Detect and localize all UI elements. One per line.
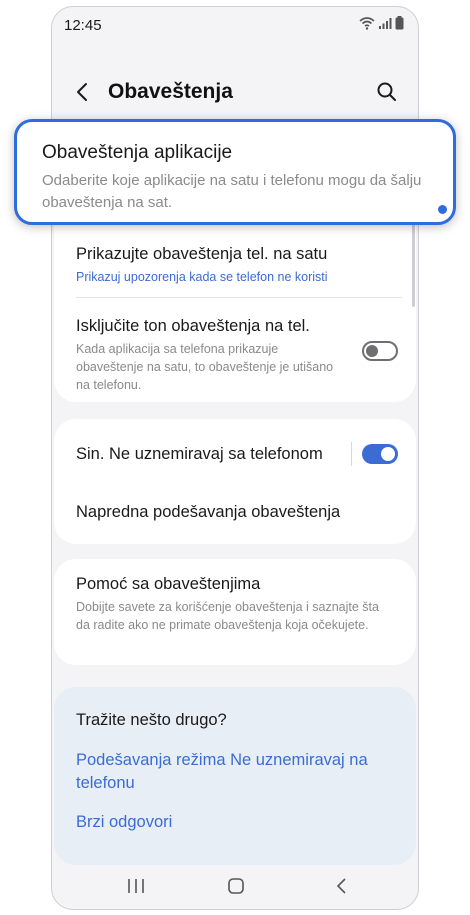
dnd-settings-link[interactable]: Podešavanja režima Ne uznemiravaj na tel… bbox=[76, 749, 396, 795]
dnd-card: Sin. Ne uznemiravaj sa telefonom Napredn… bbox=[54, 419, 416, 544]
sync-dnd-row[interactable]: Sin. Ne uznemiravaj sa telefonom bbox=[76, 443, 336, 465]
help-title: Pomoć sa obaveštenjima bbox=[76, 575, 261, 593]
home-icon bbox=[228, 878, 244, 894]
back-button[interactable] bbox=[70, 79, 96, 105]
status-time: 12:45 bbox=[64, 17, 102, 34]
battery-icon bbox=[395, 16, 404, 30]
mute-phone-notifications-subtitle: Kada aplikacija sa telefona prikazuje ob… bbox=[76, 342, 334, 392]
app-notifications-callout[interactable]: Obaveštenja aplikacije Odaberite koje ap… bbox=[14, 119, 456, 225]
show-phone-notifications-subtitle: Prikazuj upozorenja kada se telefon ne k… bbox=[76, 270, 328, 284]
navigation-bar bbox=[52, 863, 418, 909]
home-button[interactable] bbox=[224, 875, 248, 897]
toggle-knob bbox=[366, 345, 378, 357]
nav-back-button[interactable] bbox=[330, 875, 354, 897]
toggle-knob bbox=[381, 447, 395, 461]
advanced-settings-row[interactable]: Napredna podešavanja obaveštenja bbox=[76, 501, 394, 523]
vertical-separator bbox=[351, 442, 352, 466]
quick-replies-link[interactable]: Brzi odgovori bbox=[76, 811, 172, 834]
status-bar: 12:45 bbox=[52, 7, 418, 43]
callout-handle bbox=[438, 205, 447, 214]
divider bbox=[76, 297, 402, 298]
nav-back-icon bbox=[336, 878, 346, 894]
recent-apps-icon bbox=[128, 879, 144, 893]
back-arrow-icon bbox=[77, 83, 87, 101]
show-phone-notifications-title: Prikazujte obaveštenja tel. na satu bbox=[76, 245, 328, 263]
help-card: Pomoć sa obaveštenjima Dobijte savete za… bbox=[54, 559, 416, 665]
callout-title: Obaveštenja aplikacije bbox=[42, 142, 233, 163]
sync-dnd-title: Sin. Ne uznemiravaj sa telefonom bbox=[76, 445, 323, 463]
search-icon bbox=[377, 82, 396, 101]
sync-dnd-toggle[interactable] bbox=[362, 444, 398, 464]
wifi-icon bbox=[359, 17, 375, 30]
status-icons bbox=[359, 16, 404, 30]
show-phone-notifications-row[interactable]: Prikazujte obaveštenja tel. na satu Prik… bbox=[76, 243, 394, 286]
header: Obaveštenja bbox=[52, 69, 418, 117]
mute-phone-notifications-toggle[interactable] bbox=[362, 341, 398, 361]
advanced-settings-title: Napredna podešavanja obaveštenja bbox=[76, 503, 341, 521]
mute-phone-notifications-title: Isključite ton obaveštenja na tel. bbox=[76, 317, 310, 335]
suggestions-title: Tražite nešto drugo? bbox=[76, 711, 227, 729]
help-row[interactable]: Pomoć sa obaveštenjima Dobijte savete za… bbox=[76, 573, 394, 634]
page-title: Obaveštenja bbox=[108, 80, 233, 103]
mute-phone-notifications-row[interactable]: Isključite ton obaveštenja na tel. Kada … bbox=[76, 315, 346, 394]
suggestions-card: Tražite nešto drugo? Podešavanja režima … bbox=[54, 687, 416, 865]
signal-icon bbox=[379, 17, 392, 29]
search-button[interactable] bbox=[374, 79, 400, 105]
callout-subtitle: Odaberite koje aplikacije na satu i tele… bbox=[42, 172, 422, 211]
recent-apps-button[interactable] bbox=[124, 875, 148, 897]
help-subtitle: Dobijte savete za korišćenje obaveštenja… bbox=[76, 600, 379, 632]
